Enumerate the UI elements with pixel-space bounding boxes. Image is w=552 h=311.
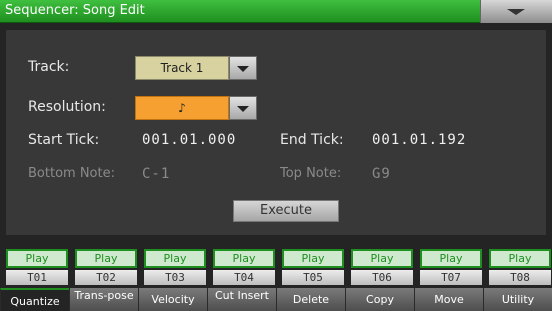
- end-tick-label: End Tick:: [280, 132, 344, 148]
- track-2-label: T02: [75, 270, 137, 285]
- track-3-label: T03: [144, 270, 206, 285]
- track-4-label: T04: [213, 270, 275, 285]
- track-2: Play T02: [75, 249, 137, 285]
- resolution-label: Resolution:: [28, 99, 106, 115]
- track-4-play-button[interactable]: Play: [213, 249, 275, 268]
- track-dropdown-arrow-icon[interactable]: [229, 56, 257, 80]
- page-menu-button[interactable]: [480, 0, 552, 23]
- title-bar: Sequencer: Song Edit: [0, 0, 552, 23]
- track-value[interactable]: Track 1: [135, 56, 229, 80]
- tab-velocity-label: Velocity: [151, 293, 195, 306]
- resolution-dropdown[interactable]: ♪: [135, 96, 257, 120]
- tab-copy[interactable]: Copy: [345, 288, 414, 311]
- track-label: Track:: [28, 59, 70, 75]
- tab-utility-label: Utility: [501, 293, 535, 306]
- end-tick-value[interactable]: 001.01.192: [372, 132, 466, 148]
- track-8: Play T08: [489, 249, 551, 285]
- resolution-value[interactable]: ♪: [135, 96, 229, 120]
- execute-button[interactable]: Execute: [233, 200, 339, 222]
- tab-utility[interactable]: Utility: [483, 288, 552, 311]
- tab-quantize[interactable]: Quantize: [0, 288, 69, 311]
- track-7: Play T07: [420, 249, 482, 285]
- track-strip: Play T01 Play T02 Play T03 Play T04 Play…: [6, 249, 552, 285]
- resolution-dropdown-arrow-icon[interactable]: [229, 96, 257, 120]
- track-8-label: T08: [489, 270, 551, 285]
- bottom-note-value: C-1: [142, 166, 171, 182]
- top-note-label: Top Note:: [280, 166, 342, 181]
- track-6-label: T06: [351, 270, 413, 285]
- track-5: Play T05: [282, 249, 344, 285]
- track-6: Play T06: [351, 249, 413, 285]
- track-3: Play T03: [144, 249, 206, 285]
- track-1-play-button[interactable]: Play: [6, 249, 68, 268]
- track-4: Play T04: [213, 249, 275, 285]
- top-note-value: G9: [372, 166, 391, 182]
- tab-copy-label: Copy: [366, 293, 394, 306]
- tab-delete-label: Delete: [292, 293, 330, 306]
- track-dropdown[interactable]: Track 1: [135, 56, 257, 80]
- track-6-play-button[interactable]: Play: [351, 249, 413, 268]
- start-tick-label: Start Tick:: [28, 132, 100, 148]
- tab-delete[interactable]: Delete: [276, 288, 345, 311]
- track-2-play-button[interactable]: Play: [75, 249, 137, 268]
- tab-move[interactable]: Move: [414, 288, 483, 311]
- tab-quantize-label: Quantize: [10, 295, 60, 308]
- function-tabs: Quantize Trans-pose Velocity Cut Insert …: [0, 288, 552, 311]
- track-5-play-button[interactable]: Play: [282, 249, 344, 268]
- tab-move-label: Move: [434, 293, 464, 306]
- track-7-play-button[interactable]: Play: [420, 249, 482, 268]
- bottom-note-label: Bottom Note:: [28, 166, 115, 181]
- tab-cut-insert-label: Cut Insert: [214, 289, 269, 302]
- track-5-label: T05: [282, 270, 344, 285]
- tab-transpose[interactable]: Trans-pose: [69, 288, 138, 311]
- menu-triangle-icon: [507, 9, 525, 15]
- tab-cut-insert[interactable]: Cut Insert: [207, 288, 276, 311]
- start-tick-value[interactable]: 001.01.000: [142, 132, 236, 148]
- track-7-label: T07: [420, 270, 482, 285]
- tab-velocity[interactable]: Velocity: [138, 288, 207, 311]
- tab-transpose-label: Trans-pose: [74, 289, 134, 302]
- page-title: Sequencer: Song Edit: [5, 3, 145, 18]
- track-1-label: T01: [6, 270, 68, 285]
- track-8-play-button[interactable]: Play: [489, 249, 551, 268]
- track-1: Play T01: [6, 249, 68, 285]
- track-3-play-button[interactable]: Play: [144, 249, 206, 268]
